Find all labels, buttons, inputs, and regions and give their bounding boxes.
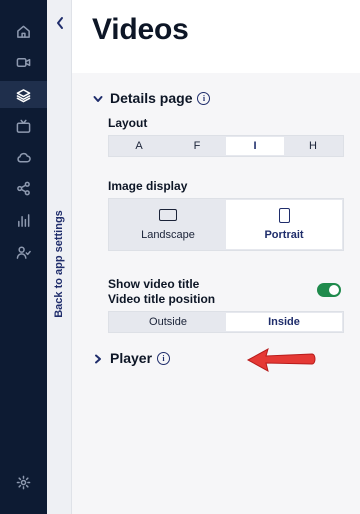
settings-panel: Videos Details page i Layout A F I H Ima… <box>72 0 360 514</box>
video-icon[interactable] <box>13 52 33 72</box>
image-display-label: Image display <box>108 179 188 193</box>
share-icon[interactable] <box>13 178 33 198</box>
details-page-label: Details page <box>110 90 193 106</box>
landscape-label: Landscape <box>141 228 195 241</box>
portrait-icon <box>278 208 290 223</box>
layout-option-a[interactable]: A <box>110 137 168 155</box>
video-title-position-label: Video title position <box>108 292 216 306</box>
users-icon[interactable] <box>13 242 33 262</box>
bar-chart-icon[interactable] <box>13 210 33 230</box>
tv-icon[interactable] <box>13 116 33 136</box>
chevron-right-icon <box>92 352 104 364</box>
image-display-selector: Landscape Portrait <box>108 198 344 251</box>
layout-selector: A F I H <box>108 135 344 157</box>
page-header: Videos <box>72 0 360 73</box>
info-icon[interactable]: i <box>157 351 171 365</box>
page-title: Videos <box>92 13 189 46</box>
landscape-icon <box>159 208 177 221</box>
landscape-option[interactable]: Landscape <box>110 200 226 249</box>
chevron-left-icon[interactable] <box>55 16 65 30</box>
back-to-app-settings[interactable]: Back to app settings <box>47 0 72 514</box>
player-label: Player <box>110 350 153 366</box>
gear-icon[interactable] <box>13 472 33 492</box>
layout-option-f[interactable]: F <box>168 137 226 155</box>
chevron-down-icon <box>92 92 104 104</box>
layout-label: Layout <box>108 116 148 130</box>
annotation-arrow-icon <box>246 347 316 372</box>
left-nav-rail <box>0 0 47 514</box>
details-page-section-toggle[interactable]: Details page i <box>92 90 211 106</box>
layers-icon[interactable] <box>13 85 33 105</box>
title-position-selector: Outside Inside <box>108 311 344 333</box>
cloud-icon[interactable] <box>13 147 33 167</box>
inside-option[interactable]: Inside <box>226 313 342 331</box>
portrait-label: Portrait <box>264 229 304 241</box>
portrait-option[interactable]: Portrait <box>226 200 342 249</box>
home-icon[interactable] <box>13 21 33 41</box>
show-video-title-label: Show video title <box>108 277 200 291</box>
info-icon[interactable]: i <box>197 91 211 105</box>
layout-option-i[interactable]: I <box>226 137 284 155</box>
back-to-app-settings-label[interactable]: Back to app settings <box>53 210 65 318</box>
outside-option[interactable]: Outside <box>110 313 226 331</box>
show-video-title-toggle[interactable] <box>317 283 341 297</box>
toggle-knob <box>329 285 339 295</box>
player-section-toggle[interactable]: Player i <box>92 350 171 366</box>
layout-option-h[interactable]: H <box>284 137 342 155</box>
